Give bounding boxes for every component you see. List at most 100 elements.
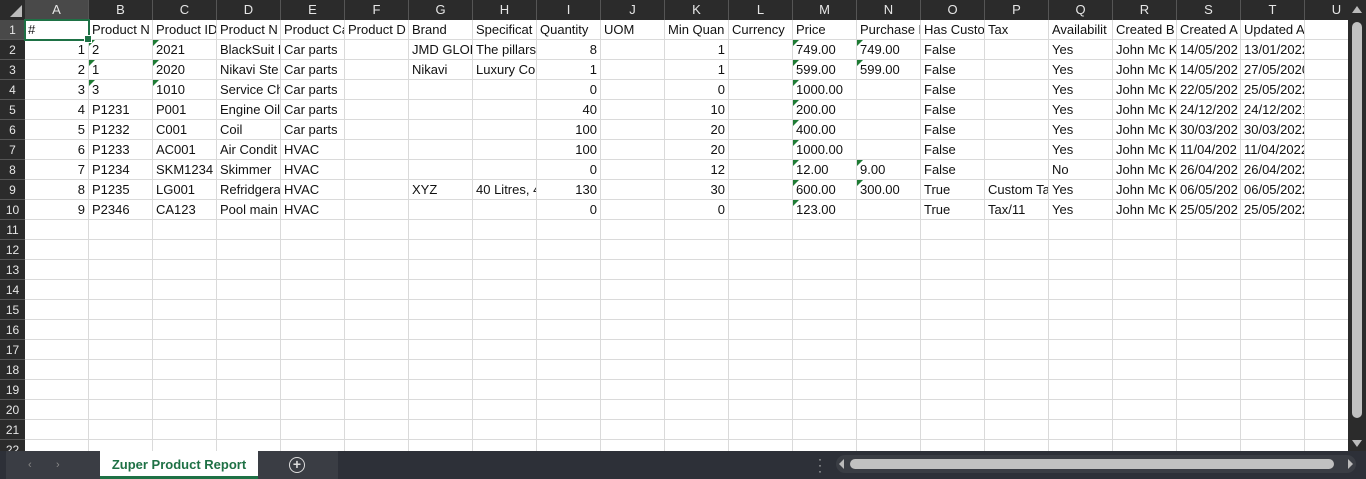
row-header-18[interactable]: 18 [0, 360, 25, 380]
table-cell[interactable]: 100 [537, 120, 601, 140]
table-cell[interactable] [473, 220, 537, 240]
table-cell[interactable]: 2021 [153, 40, 217, 60]
table-cell[interactable]: False [921, 60, 985, 80]
scroll-up-icon[interactable] [1352, 6, 1362, 13]
table-cell[interactable] [217, 440, 281, 451]
table-cell[interactable] [409, 160, 473, 180]
table-cell[interactable] [89, 280, 153, 300]
table-cell[interactable] [1305, 220, 1348, 240]
table-cell[interactable] [985, 80, 1049, 100]
table-cell[interactable] [1113, 420, 1177, 440]
table-cell[interactable] [345, 80, 409, 100]
table-cell[interactable]: John Mc K [1113, 80, 1177, 100]
table-cell[interactable] [601, 240, 665, 260]
table-cell[interactable]: 26/04/2022 11:57 [1241, 160, 1305, 180]
table-cell[interactable] [409, 260, 473, 280]
table-cell[interactable] [985, 340, 1049, 360]
column-header-h[interactable]: H [473, 0, 537, 20]
header-cell[interactable]: Price [793, 20, 857, 40]
table-cell[interactable] [25, 220, 89, 240]
table-cell[interactable] [89, 440, 153, 451]
table-cell[interactable]: 1 [537, 60, 601, 80]
table-cell[interactable]: Yes [1049, 40, 1113, 60]
row-header-20[interactable]: 20 [0, 400, 25, 420]
table-cell[interactable] [473, 160, 537, 180]
table-cell[interactable] [217, 280, 281, 300]
table-cell[interactable]: 26/04/202 [1177, 160, 1241, 180]
table-cell[interactable] [281, 300, 345, 320]
table-cell[interactable] [153, 320, 217, 340]
table-cell[interactable]: False [921, 40, 985, 60]
table-cell[interactable] [25, 300, 89, 320]
table-cell[interactable]: John Mc K [1113, 40, 1177, 60]
table-cell[interactable] [409, 120, 473, 140]
table-cell[interactable] [217, 420, 281, 440]
table-cell[interactable]: 24/12/202 [1177, 100, 1241, 120]
table-cell[interactable] [89, 320, 153, 340]
table-cell[interactable]: BlackSuit I [217, 40, 281, 60]
table-cell[interactable] [985, 120, 1049, 140]
row-header-17[interactable]: 17 [0, 340, 25, 360]
table-cell[interactable] [729, 240, 793, 260]
table-cell[interactable] [985, 220, 1049, 240]
table-cell[interactable] [153, 300, 217, 320]
table-cell[interactable] [729, 420, 793, 440]
table-cell[interactable] [1049, 220, 1113, 240]
table-cell[interactable] [1049, 280, 1113, 300]
table-cell[interactable]: False [921, 120, 985, 140]
column-header-a[interactable]: A [25, 0, 89, 20]
table-cell[interactable]: 0 [537, 200, 601, 220]
table-cell[interactable] [793, 260, 857, 280]
table-cell[interactable] [25, 280, 89, 300]
table-cell[interactable] [537, 340, 601, 360]
table-cell[interactable] [729, 40, 793, 60]
table-cell[interactable] [921, 380, 985, 400]
table-cell[interactable] [921, 300, 985, 320]
table-cell[interactable] [729, 140, 793, 160]
table-cell[interactable] [217, 360, 281, 380]
table-cell[interactable] [153, 340, 217, 360]
table-cell[interactable]: HVAC [281, 160, 345, 180]
table-cell[interactable] [601, 280, 665, 300]
header-cell[interactable]: Product N [89, 20, 153, 40]
table-cell[interactable] [217, 300, 281, 320]
table-cell[interactable]: 30/03/202 [1177, 120, 1241, 140]
table-cell[interactable] [1049, 300, 1113, 320]
table-cell[interactable] [601, 120, 665, 140]
table-cell[interactable] [473, 260, 537, 280]
table-cell[interactable] [409, 240, 473, 260]
table-cell[interactable] [345, 400, 409, 420]
table-cell[interactable] [601, 440, 665, 451]
next-sheet-icon[interactable]: › [56, 451, 60, 479]
table-cell[interactable] [793, 220, 857, 240]
table-cell[interactable] [537, 380, 601, 400]
table-cell[interactable] [729, 360, 793, 380]
table-cell[interactable] [793, 300, 857, 320]
table-cell[interactable] [153, 220, 217, 240]
table-cell[interactable]: 9 [25, 200, 89, 220]
table-cell[interactable] [89, 380, 153, 400]
header-cell[interactable]: Min Quan [665, 20, 729, 40]
table-cell[interactable] [153, 260, 217, 280]
table-cell[interactable] [281, 380, 345, 400]
header-cell[interactable]: Brand [409, 20, 473, 40]
table-cell[interactable] [857, 320, 921, 340]
table-cell[interactable]: AC001 [153, 140, 217, 160]
table-cell[interactable]: 30 [665, 180, 729, 200]
table-cell[interactable]: P001 [153, 100, 217, 120]
table-cell[interactable] [537, 360, 601, 380]
table-cell[interactable] [1241, 240, 1305, 260]
table-cell[interactable] [985, 100, 1049, 120]
column-header-q[interactable]: Q [1049, 0, 1113, 20]
table-cell[interactable] [857, 200, 921, 220]
table-cell[interactable]: 0 [537, 160, 601, 180]
table-cell[interactable]: 1 [89, 60, 153, 80]
table-cell[interactable]: 11/04/202 [1177, 140, 1241, 160]
table-cell[interactable]: Custom Ta [985, 180, 1049, 200]
table-cell[interactable] [921, 420, 985, 440]
header-cell[interactable]: # [25, 20, 89, 40]
table-cell[interactable]: 0 [537, 80, 601, 100]
table-cell[interactable] [473, 440, 537, 451]
table-cell[interactable]: 9.00 [857, 160, 921, 180]
spreadsheet-grid[interactable]: A B C D E F G H I J K L M N O P Q R S T U 1 # Product N Product … [0, 0, 1348, 451]
